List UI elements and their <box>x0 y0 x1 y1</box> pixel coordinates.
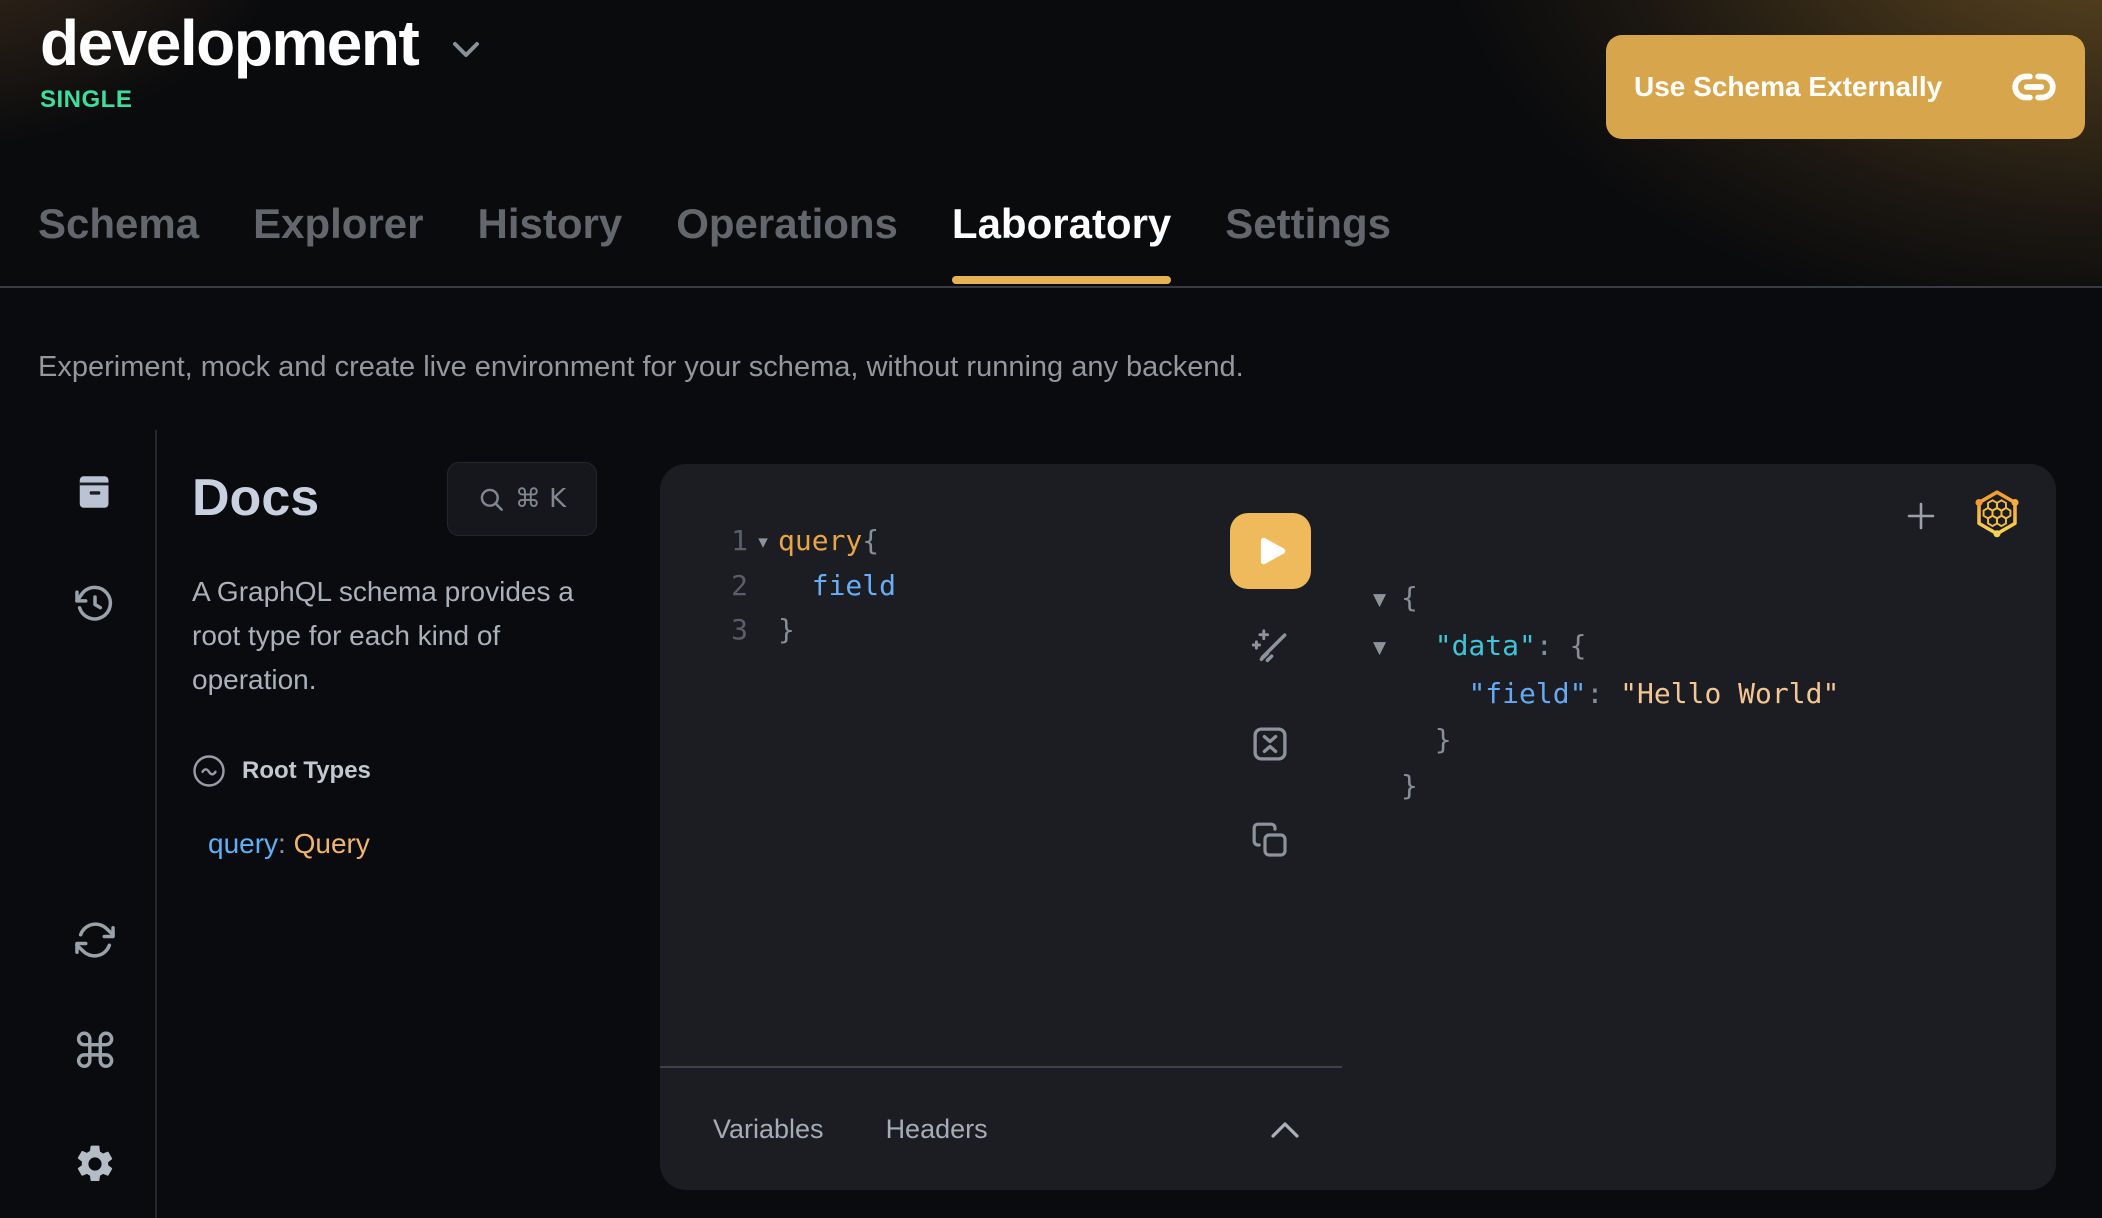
code-token-field: field <box>812 569 896 602</box>
json-indent <box>1401 723 1435 756</box>
prettify-query-button[interactable] <box>1248 625 1292 669</box>
page-header: development SINGLE Use Schema Externally… <box>0 0 2102 288</box>
docs-book-icon <box>74 471 116 513</box>
fold-caret-icon[interactable]: ▾ <box>748 520 778 564</box>
add-tab-button[interactable] <box>1905 500 1937 532</box>
chevron-up-icon <box>1270 1120 1300 1140</box>
chevron-down-icon <box>452 41 480 59</box>
root-type-name-link[interactable]: query <box>208 828 278 859</box>
response-viewer: ▼{ ▼ "data": { "field": "Hello World" } … <box>1373 575 1839 809</box>
refresh-icon <box>74 919 116 961</box>
json-punct: } <box>1435 723 1452 756</box>
top-nav-tabs: Schema Explorer History Operations Labor… <box>38 200 1391 284</box>
tab-schema[interactable]: Schema <box>38 200 199 284</box>
prettify-wand-icon <box>1248 625 1292 669</box>
line-number: 2 <box>724 564 748 608</box>
root-types-label: Root Types <box>242 757 371 785</box>
docs-search-button[interactable]: ⌘ K <box>447 462 597 536</box>
use-schema-externally-button[interactable]: Use Schema Externally <box>1606 35 2085 139</box>
query-editor-line: 2 field <box>724 564 896 608</box>
code-token-brace: { <box>862 524 879 557</box>
sidebar-item-history[interactable] <box>73 582 117 626</box>
laboratory-sidebar: ⌘ <box>0 430 157 1218</box>
search-shortcut-label: ⌘ K <box>515 484 566 514</box>
json-indent <box>1401 677 1468 710</box>
line-number: 1 <box>724 519 748 563</box>
collapse-editor-tools-button[interactable] <box>1270 1112 1306 1148</box>
use-schema-externally-label: Use Schema Externally <box>1634 71 1942 103</box>
graphiql-panel: 1▾query{ 2 field 3} <box>660 464 2056 1190</box>
query-editor-line: 3} <box>724 608 896 652</box>
root-type-type-link[interactable]: Query <box>294 828 370 859</box>
tab-headers[interactable]: Headers <box>886 1114 988 1145</box>
sidebar-item-refetch-schema[interactable] <box>73 918 117 962</box>
json-punct: : <box>1586 677 1620 710</box>
schema-description: A GraphQL schema provides a root type fo… <box>192 570 602 702</box>
status-badge: SINGLE <box>40 86 132 114</box>
code-token-indent <box>778 569 812 602</box>
query-editor[interactable]: 1▾query{ 2 field 3} <box>724 519 896 652</box>
link-icon <box>2011 72 2057 102</box>
response-line: } <box>1373 717 1839 763</box>
docs-panel-title: Docs <box>192 460 319 536</box>
fold-caret-icon[interactable]: ▼ <box>1373 625 1401 671</box>
tab-settings[interactable]: Settings <box>1225 200 1391 284</box>
query-editor-line: 1▾query{ <box>724 519 896 564</box>
merge-fragments-button[interactable] <box>1248 722 1292 766</box>
fold-caret-icon[interactable]: ▼ <box>1373 577 1401 623</box>
search-icon <box>478 486 505 513</box>
play-icon <box>1254 534 1288 568</box>
merge-icon <box>1249 723 1291 765</box>
response-line: } <box>1373 763 1839 809</box>
response-line: "field": "Hello World" <box>1373 671 1839 717</box>
copy-icon <box>1250 820 1290 860</box>
docs-panel: Docs ⌘ K A GraphQL schema provides a roo… <box>192 460 597 860</box>
response-line: ▼ "data": { <box>1373 623 1839 671</box>
json-key-data: "data" <box>1435 629 1536 662</box>
root-type-entry: query: Query <box>192 828 597 860</box>
command-icon: ⌘ <box>71 1024 119 1080</box>
copy-query-button[interactable] <box>1248 818 1292 862</box>
gear-icon <box>73 1142 117 1186</box>
tab-variables[interactable]: Variables <box>713 1114 824 1145</box>
json-punct: : { <box>1536 629 1587 662</box>
page-title: development <box>40 10 418 76</box>
sidebar-item-shortcuts[interactable]: ⌘ <box>73 1030 117 1074</box>
execute-query-button[interactable] <box>1230 513 1311 589</box>
tab-history[interactable]: History <box>478 200 623 284</box>
tab-explorer[interactable]: Explorer <box>253 200 423 284</box>
code-token-keyword: query <box>778 524 862 557</box>
hive-logo-icon <box>1972 488 2022 540</box>
editor-footer: Variables Headers <box>660 1066 1342 1190</box>
laboratory-page: { "header": { "workspace_name": "develop… <box>0 0 2102 1218</box>
root-types-section: Root Types <box>192 754 597 788</box>
response-line: ▼{ <box>1373 575 1839 623</box>
root-type-separator: : <box>278 828 294 859</box>
json-string-value: "Hello World" <box>1620 677 1839 710</box>
history-icon <box>74 583 116 625</box>
json-punct: { <box>1401 581 1418 614</box>
root-types-icon <box>192 754 226 788</box>
line-number: 3 <box>724 608 748 652</box>
json-indent <box>1401 629 1435 662</box>
tab-laboratory[interactable]: Laboratory <box>952 200 1171 284</box>
json-punct: } <box>1401 769 1418 802</box>
sidebar-item-settings[interactable] <box>73 1142 117 1186</box>
sidebar-item-docs[interactable] <box>73 470 117 514</box>
json-key-field: "field" <box>1468 677 1586 710</box>
workspace-selector[interactable]: development <box>40 10 480 76</box>
page-description: Experiment, mock and create live environ… <box>38 350 1244 384</box>
tab-operations[interactable]: Operations <box>676 200 898 284</box>
code-token-brace: } <box>778 613 795 646</box>
